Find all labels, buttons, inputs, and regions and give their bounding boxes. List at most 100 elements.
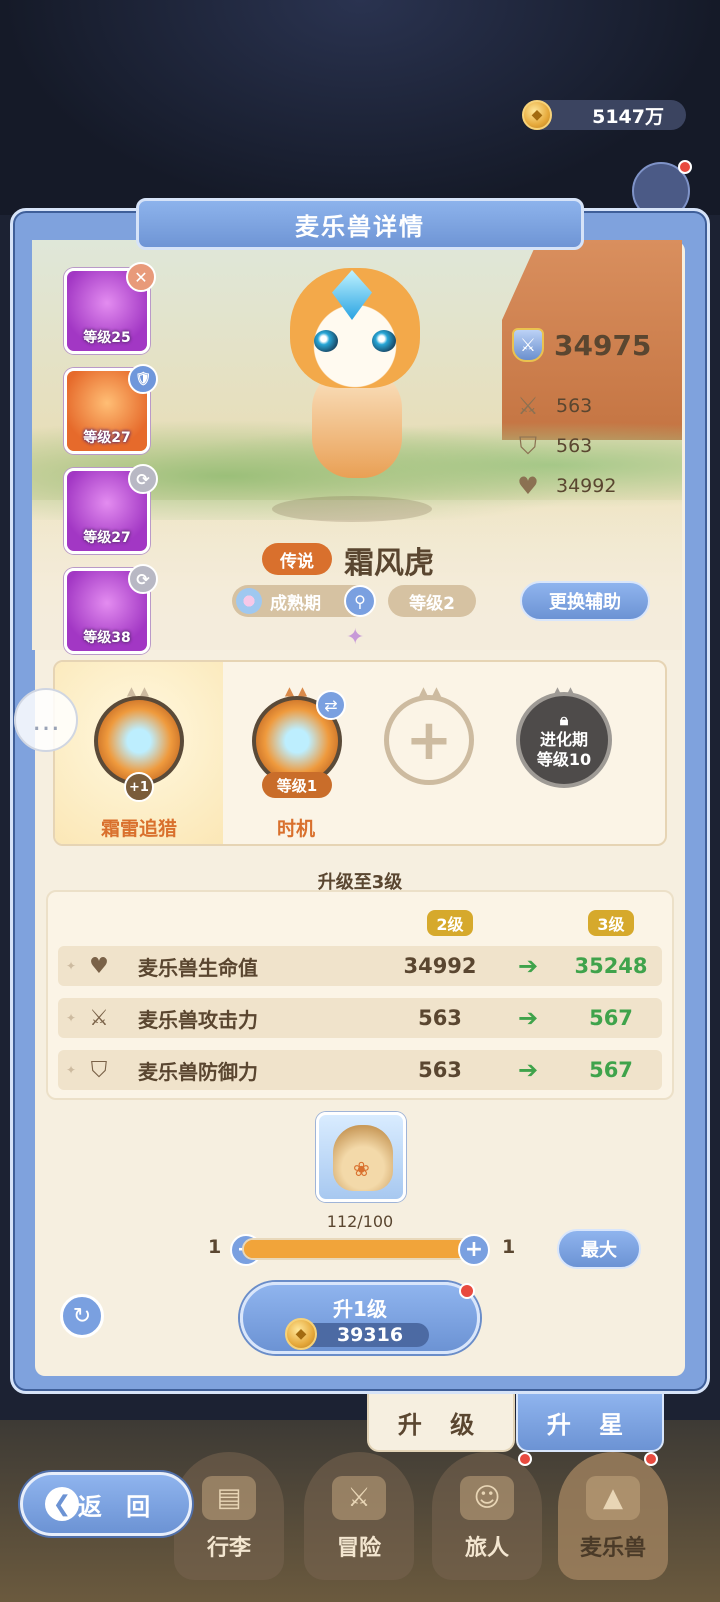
arrow-right-icon: ➔ <box>518 952 539 980</box>
traveler-icon: ☺ <box>460 1476 514 1520</box>
team-slot-level: 等级25 <box>83 330 131 346</box>
swords-icon: ⚔ <box>89 1005 109 1031</box>
slider-max-value: 1 <box>502 1236 516 1258</box>
nav-label: 麦乐兽 <box>579 1536 646 1561</box>
tab-star-up[interactable]: 升 星 <box>516 1394 664 1452</box>
flower-icon <box>236 588 262 614</box>
swords-icon: ⚔ <box>517 392 539 420</box>
gold-coin-icon: ◆ <box>285 1318 317 1350</box>
paw-icon: ❀ <box>353 1157 370 1181</box>
row-from: 563 <box>418 1058 462 1082</box>
skill-name-active: 霜雷追猎 <box>100 818 177 840</box>
hp-stat: ♥ 34992 <box>514 472 616 500</box>
row-from: 34992 <box>403 954 477 978</box>
notification-dot <box>518 1452 532 1466</box>
locked-stage: 进化期 <box>539 730 588 749</box>
backpack-icon: ▤ <box>202 1476 256 1520</box>
row-to: 567 <box>589 1058 633 1082</box>
monster-model[interactable] <box>272 258 442 522</box>
table-row: ✦ ⛉ 麦乐兽防御力 563 ➔ 567 <box>58 1050 662 1090</box>
row-label: 麦乐兽防御力 <box>138 1059 258 1084</box>
level-up-label: 升1级 <box>333 1297 387 1321</box>
slider-min-value: 1 <box>208 1236 222 1258</box>
cat-ears-icon: ▲ ▲ <box>126 684 150 698</box>
refresh-icon[interactable]: ↻ <box>60 1294 104 1338</box>
slider-fill <box>244 1240 476 1258</box>
attack-value: 563 <box>556 395 593 417</box>
monster-eye <box>314 330 338 352</box>
back-label: 返 回 <box>77 1492 159 1521</box>
crossed-swords-icon: ⚔ <box>332 1476 386 1520</box>
tab-upgrade[interactable]: 升 级 <box>367 1394 515 1452</box>
item-count: 112/100 <box>326 1212 394 1231</box>
locked-skill-slot[interactable]: 🔒︎ 进化期 等级10 <box>516 692 612 788</box>
nav-monster[interactable]: ▲ 麦乐兽 <box>558 1452 668 1580</box>
attack-stat: ⚔ 563 <box>514 392 592 420</box>
shield-badge-icon: 🛡 <box>128 364 158 394</box>
switch-assist-button[interactable]: 更换辅助 <box>520 581 650 621</box>
star-deco-icon: ✦ <box>66 1011 77 1025</box>
plus-button[interactable]: + <box>458 1234 490 1266</box>
row-from: 563 <box>418 1006 462 1030</box>
chat-icon[interactable]: … <box>14 688 78 752</box>
sparkle-icon: ✦ <box>346 625 365 650</box>
level-up-cost: ◆ 39316 <box>285 1318 429 1350</box>
fox-icon: ▲ <box>586 1476 640 1520</box>
add-skill-slot[interactable]: + <box>384 695 474 785</box>
defense-value: 563 <box>556 435 593 457</box>
arrow-right-icon: ➔ <box>518 1004 539 1032</box>
max-button[interactable]: 最大 <box>557 1229 641 1269</box>
panel-title: 麦乐兽详情 <box>136 198 584 250</box>
monster-name: 霜风虎 <box>344 546 434 581</box>
back-button[interactable]: ❮ 返 回 <box>20 1472 192 1536</box>
row-label: 麦乐兽生命值 <box>138 955 258 980</box>
level-up-button[interactable]: 升1级 ◆ 39316 <box>240 1282 480 1354</box>
gold-display: ◆ 5147万 <box>522 100 686 130</box>
food-item-card[interactable]: ❀ <box>316 1112 406 1202</box>
nav-label: 旅人 <box>464 1536 509 1561</box>
power-shield-icon: ⚔ <box>512 328 544 362</box>
locked-level: 等级10 <box>536 750 592 769</box>
link-icon: ⟳ <box>128 464 158 494</box>
row-to: 567 <box>589 1006 633 1030</box>
current-level-badge: 2级 <box>427 910 473 936</box>
table-row: ✦ ♥ 麦乐兽生命值 34992 ➔ 35248 <box>58 946 662 986</box>
close-icon[interactable]: ✕ <box>126 262 156 292</box>
table-row: ✦ ⚔ 麦乐兽攻击力 563 ➔ 567 <box>58 998 662 1038</box>
chevron-left-icon: ❮ <box>45 1487 79 1521</box>
star-deco-icon: ✦ <box>66 1063 77 1077</box>
cat-ears-icon: ▲ ▲ <box>284 684 308 698</box>
stage-label: 成熟期 <box>270 593 321 614</box>
nav-bag[interactable]: ▤ 行李 <box>174 1452 284 1580</box>
gold-coin-icon: ◆ <box>522 100 552 130</box>
shield-icon: ⛉ <box>90 1057 108 1083</box>
monster-shadow <box>272 496 432 522</box>
gold-amount: 5147万 <box>592 105 664 128</box>
cost-value: 39316 <box>336 1324 404 1346</box>
nav-traveler[interactable]: ☺ 旅人 <box>432 1452 542 1580</box>
next-level-badge: 3级 <box>588 910 634 936</box>
skill-name-second: 时机 <box>276 818 315 840</box>
skill-level-badge: 等级1 <box>262 772 332 798</box>
notification-dot <box>678 160 692 174</box>
link-icon: ⟳ <box>128 564 158 594</box>
quantity-slider[interactable] <box>242 1238 478 1260</box>
team-slot-level: 等级27 <box>83 530 131 546</box>
star-deco-icon: ✦ <box>66 959 77 973</box>
notification-dot <box>459 1283 475 1299</box>
monster-eye <box>372 330 396 352</box>
skill-plus-badge: +1 <box>124 772 154 802</box>
team-slot-level: 等级38 <box>83 630 131 646</box>
swap-icon[interactable]: ⇄ <box>316 690 346 720</box>
notification-dot <box>644 1452 658 1466</box>
nav-adventure[interactable]: ⚔ 冒险 <box>304 1452 414 1580</box>
power-value: 34975 <box>554 328 652 362</box>
row-label: 麦乐兽攻击力 <box>138 1007 258 1032</box>
rarity-badge: 传说 <box>262 543 332 575</box>
hp-value: 34992 <box>556 475 617 497</box>
lock-icon: 🔒︎ <box>559 710 569 729</box>
row-to: 35248 <box>574 954 648 978</box>
zoom-icon[interactable]: ⚲ <box>344 585 376 617</box>
level-pill: 等级2 <box>388 585 476 617</box>
team-slot-level: 等级27 <box>83 430 131 446</box>
